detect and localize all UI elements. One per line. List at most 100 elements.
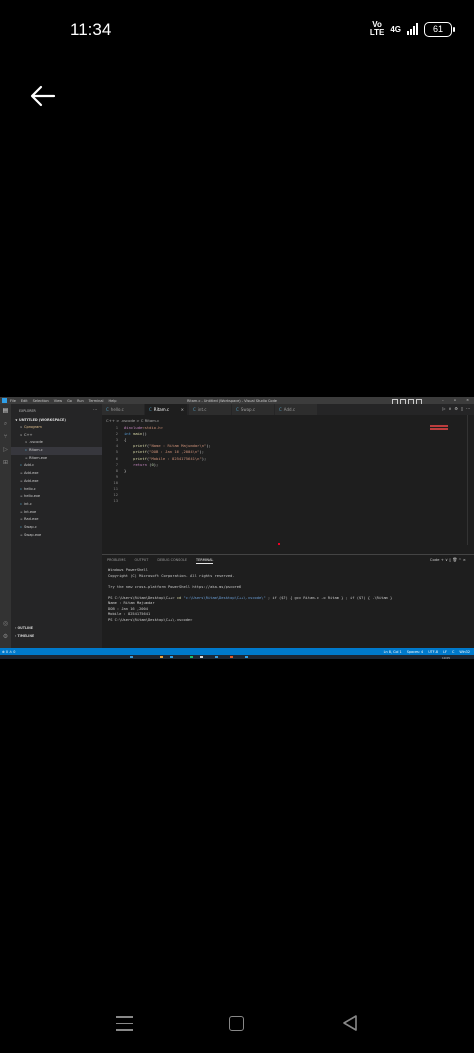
windows-taskbar	[0, 655, 474, 659]
c-file-icon: C	[193, 407, 196, 412]
close-tab-icon[interactable]: ×	[181, 404, 184, 415]
cursor-marker	[278, 543, 280, 545]
vscode-screenshot: File Edit Selection View Go Run Terminal Help R…	[0, 397, 474, 655]
tree-item-label: int.c	[24, 501, 32, 506]
tree-item[interactable]: C Add.c	[11, 462, 102, 470]
tree-item-label: Add.c	[24, 463, 35, 468]
files-icon: ▤	[2, 407, 9, 414]
editor-tabs: ▷ ∨ ⚙ ▯ ··· Chello.c C Ritam.c × Cint.c C Swap.c C A…	[102, 404, 474, 415]
menu-item[interactable]: Go	[67, 399, 72, 403]
tree-item-label: Int.exe	[24, 509, 37, 514]
vscode-logo-icon	[2, 398, 7, 403]
tree-item[interactable]: ≡Rad.exe	[11, 516, 102, 524]
tree-item[interactable]: Cint.c	[11, 501, 102, 509]
manage-gear-icon: ⚙	[2, 633, 9, 640]
workspace-label: ∨ UNTITLED (WORKSPACE)	[15, 418, 66, 422]
network-type: 4G	[390, 24, 401, 34]
line-number: 13	[113, 498, 118, 504]
tab-label: int.c	[197, 407, 207, 412]
tab-add-c[interactable]: C Add.c	[275, 404, 318, 415]
recent-apps-button[interactable]	[116, 1016, 133, 1031]
editor-scrollbar	[467, 415, 472, 545]
explorer-header: EXPLORER	[19, 409, 36, 413]
menu-item[interactable]: File	[10, 399, 16, 403]
system-icons: Vo LTE 4G 61	[369, 20, 455, 37]
tab-hello-c[interactable]: Chello.c	[102, 404, 145, 415]
tree-item[interactable]: ∨ C++	[11, 432, 102, 440]
tree-item[interactable]: ≡Ritam.exe	[11, 455, 102, 463]
code-line: }	[124, 467, 127, 473]
nav-back-icon[interactable]	[341, 1014, 359, 1032]
panel-actions: Code + ∨ ▯ 🗑 ^ ×	[429, 557, 466, 562]
c-file-icon: C	[106, 407, 109, 412]
outline-section: › OUTLINE	[15, 626, 33, 630]
menu-item[interactable]: View	[54, 399, 62, 403]
terminal-line: PS C:\Users\Ritam\Desktop\C++\.vscode>	[108, 617, 193, 622]
line-number: 4	[115, 443, 118, 449]
c-file-icon: C	[149, 407, 152, 412]
tree-item-label: Ritam.exe	[29, 455, 48, 460]
line-number: 3	[115, 437, 118, 443]
menu-item[interactable]: Run	[77, 399, 84, 403]
tree-item[interactable]: Chello.c	[11, 486, 102, 494]
menu-item[interactable]: Selection	[33, 399, 49, 403]
panel-tab-terminal[interactable]: TERMINAL	[196, 558, 214, 564]
panel-tab-debug-console[interactable]: DEBUG CONSOLE	[157, 558, 187, 564]
tree-item[interactable]: ≡Int.exe	[11, 509, 102, 517]
status-time: 11:34	[70, 20, 112, 39]
tab-label: Add.c	[283, 407, 296, 412]
line-number: 8	[115, 467, 118, 473]
tree-item-label: C++	[24, 432, 33, 437]
signal-icon	[407, 23, 418, 35]
line-number: 10	[113, 479, 118, 485]
home-button[interactable]	[229, 1016, 244, 1031]
menu-item[interactable]: Terminal	[89, 399, 104, 403]
tree-item[interactable]: ≡Add.exe	[11, 470, 102, 478]
tab-ritam-c[interactable]: C Ritam.c ×	[145, 404, 188, 415]
status-item[interactable]: LF	[443, 650, 447, 654]
tree-item-label: Add.exe	[24, 471, 39, 476]
tree-item[interactable]: ≡Swap.exe	[11, 532, 102, 540]
panel-tab-problems[interactable]: PROBLEMS	[107, 558, 126, 564]
menu-item[interactable]: Edit	[21, 399, 28, 403]
tree-item[interactable]: ≡Add.exe	[11, 478, 102, 486]
tree-item[interactable]: ≡hello.exe	[11, 493, 102, 501]
panel-tabs: PROBLEMS OUTPUT DEBUG CONSOLE TERMINAL	[107, 558, 214, 564]
tree-item-label: hello.exe	[24, 494, 41, 499]
code-line: printf("Mobile : 8254175641\n");	[133, 455, 207, 461]
menu-item[interactable]: Help	[108, 399, 116, 403]
tree-item[interactable]: ∨ .vscode	[11, 439, 102, 447]
status-right-items: Ln 8, Col 1 Spaces: 4 UTF-8 LF C Win32	[384, 650, 470, 654]
tab-swap-c[interactable]: C Swap.c	[232, 404, 275, 415]
breadcrumb: C++ > .vscode > C Ritam.c	[106, 418, 160, 423]
window-controls: – ▫ ×	[441, 398, 469, 402]
terminal-panel: PROBLEMS OUTPUT DEBUG CONSOLE TERMINAL Code…	[102, 554, 474, 649]
tree-item[interactable]: C Ritam.c	[11, 447, 102, 455]
code-line: {	[124, 437, 127, 443]
volte-icon: Vo LTE	[369, 20, 385, 37]
tree-item-label: Add.exe	[24, 478, 39, 483]
explorer-sidebar: EXPLORER ··· ∨ UNTITLED (WORKSPACE) ∨ Cpr…	[11, 404, 102, 648]
code-line: printf("DOB : Jan 16 ,2004\n");	[133, 449, 205, 455]
timeline-section: › TIMELINE	[15, 634, 35, 638]
status-item[interactable]: Spaces: 4	[407, 650, 423, 654]
panel-tab-output[interactable]: OUTPUT	[135, 558, 149, 564]
line-number: 11	[113, 486, 118, 491]
battery-icon: 61	[424, 21, 455, 37]
back-arrow-icon[interactable]	[30, 84, 56, 108]
line-number: 2	[115, 431, 118, 437]
status-item[interactable]: Win32	[459, 650, 470, 654]
line-number: 9	[115, 473, 118, 479]
more-actions-icon: ···	[93, 407, 97, 412]
tab-int-c[interactable]: Cint.c	[189, 404, 232, 415]
menu-bar: File Edit Selection View Go Run Terminal Help	[10, 399, 116, 403]
code-line: printf("Name : Ritam Majumdar\n");	[133, 443, 211, 449]
line-number: 5	[115, 449, 118, 455]
status-item[interactable]: C	[452, 650, 454, 654]
line-number: 7	[115, 461, 118, 467]
tree-item[interactable]: ∨ Cprogram	[11, 424, 102, 432]
status-item[interactable]: Ln 8, Col 1	[384, 650, 402, 654]
status-item[interactable]: UTF-8	[428, 650, 438, 654]
tree-item[interactable]: C Swap.c	[11, 524, 102, 532]
vscode-status-bar: ⊗ 0 ⚠ 0 Ln 8, Col 1 Spaces: 4 UTF-8 LF C Win3…	[0, 648, 474, 655]
